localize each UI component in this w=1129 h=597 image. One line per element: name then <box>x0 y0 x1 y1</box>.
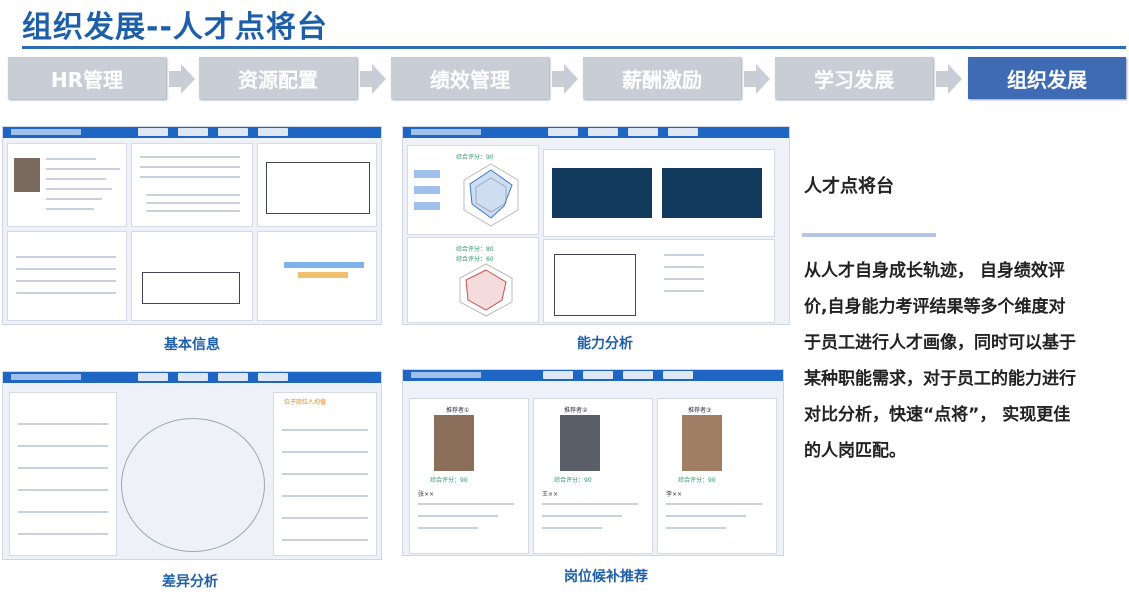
app-logo <box>11 374 81 380</box>
chevron-right-icon <box>552 64 578 94</box>
side-title: 人才点将台 <box>804 176 894 197</box>
step-performance-management: 绩效管理 <box>391 57 549 99</box>
caption-ability-analysis: 能力分析 <box>577 336 633 352</box>
app-logo <box>411 372 481 378</box>
app-header-bar <box>3 372 381 383</box>
screenshot-ability-analysis: 综合评分：90 综合评分：80 综合评分：60 <box>402 126 790 325</box>
title-underline <box>22 46 1126 49</box>
avatar <box>682 415 722 471</box>
app-logo <box>11 129 81 135</box>
caption-position-candidate: 岗位候补推荐 <box>564 569 648 585</box>
step-learning-development: 学习发展 <box>775 57 933 99</box>
side-divider <box>802 233 936 237</box>
app-logo <box>411 129 481 135</box>
step-resource-allocation: 资源配置 <box>199 57 357 99</box>
screenshot-position-candidate: 推荐者① 综合评分：90 张×× 推荐者② 综合评分：90 王×× 推荐者③ 综… <box>402 369 784 556</box>
chevron-right-icon <box>360 64 386 94</box>
process-flow: HR管理 资源配置 绩效管理 薪酬激励 学习发展 组织发展 <box>8 57 1126 101</box>
word-cloud <box>121 418 265 552</box>
screenshot-difference-analysis: 位子岗位人均值 <box>2 371 382 560</box>
screenshot-basic-info <box>2 126 382 325</box>
step-hr-management: HR管理 <box>8 57 166 99</box>
chevron-right-icon <box>169 64 195 94</box>
app-header-bar <box>3 127 381 138</box>
side-description: 从人才自身成长轨迹， 自身绩效评价,自身能力考评结果等多个维度对于员工进行人才画… <box>804 261 1076 461</box>
app-header-bar <box>403 370 783 381</box>
avatar <box>560 415 600 471</box>
avatar <box>434 415 474 471</box>
caption-difference-analysis: 差异分析 <box>162 574 218 590</box>
step-compensation-incentive: 薪酬激励 <box>583 57 741 99</box>
chevron-right-icon <box>744 64 770 94</box>
radar-chart <box>463 163 519 227</box>
page-title: 组织发展--人才点将台 <box>22 10 328 45</box>
app-header-bar <box>403 127 789 138</box>
avatar <box>14 158 40 192</box>
chevron-right-icon <box>936 64 962 94</box>
caption-basic-info: 基本信息 <box>164 337 220 353</box>
step-organization-development: 组织发展 <box>968 57 1126 99</box>
